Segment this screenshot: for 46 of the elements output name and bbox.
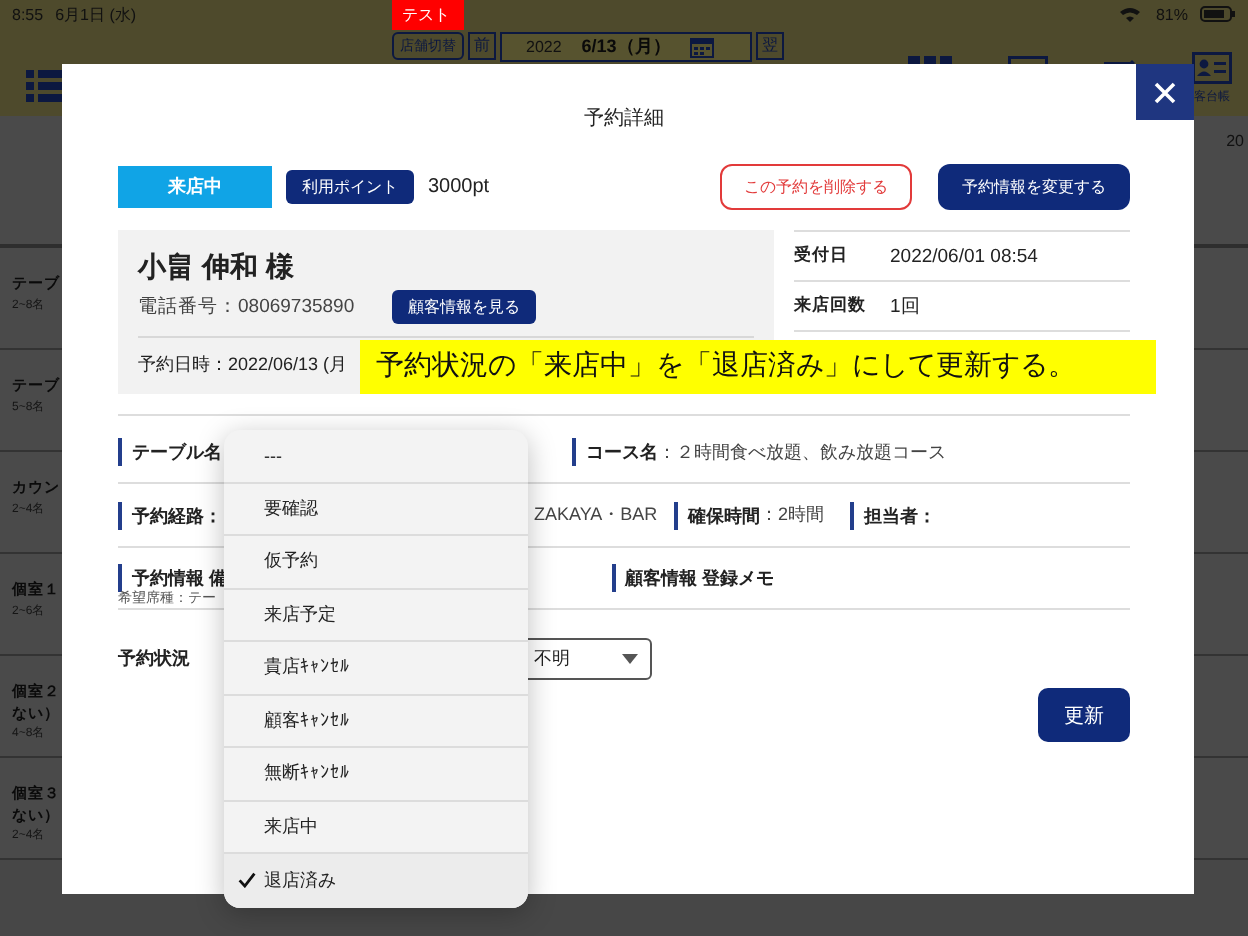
info-value: 1回 bbox=[890, 293, 921, 319]
update-button[interactable]: 更新 bbox=[1038, 688, 1130, 742]
annotation-banner: 予約状況の「来店中」を「退店済み」にして更新する。 bbox=[360, 340, 1156, 394]
dropdown-option[interactable]: --- bbox=[224, 430, 528, 483]
edit-reservation-button[interactable]: 予約情報を変更する bbox=[938, 164, 1130, 210]
field-label: コース名 bbox=[572, 438, 658, 466]
field-label: 予約状況 bbox=[118, 646, 190, 672]
info-value: 2022/06/01 08:54 bbox=[890, 245, 1038, 267]
points-value: 3000pt bbox=[428, 176, 490, 198]
info-label: 来店回数 bbox=[794, 294, 868, 318]
status-date: 6月1日 (水) bbox=[55, 3, 137, 25]
wifi-icon bbox=[1119, 6, 1140, 22]
close-icon bbox=[1154, 81, 1176, 103]
status-badge: 来店中 bbox=[118, 166, 272, 208]
dropdown-option[interactable]: 退店済み bbox=[224, 854, 528, 907]
dropdown-option[interactable]: 来店予定 bbox=[224, 589, 528, 642]
customer-name: 小畠 伸和 様 bbox=[138, 250, 296, 286]
modal-title: 予約詳細 bbox=[582, 105, 666, 132]
dropdown-option[interactable]: 貴店ｷｬﾝｾﾙ bbox=[224, 642, 528, 695]
field-label: 確保時間 bbox=[674, 501, 760, 529]
year-text: 2022 bbox=[526, 38, 562, 56]
caret-icon bbox=[622, 654, 638, 664]
close-button[interactable] bbox=[1136, 64, 1194, 120]
environment-badge: テスト bbox=[392, 0, 464, 30]
id-card-icon bbox=[1192, 52, 1232, 84]
status-time: 8:55 bbox=[12, 5, 44, 23]
view-customer-button[interactable]: 顧客情報を見る bbox=[392, 290, 537, 324]
date-text: 6/13（月） bbox=[581, 34, 671, 60]
battery-icon bbox=[1200, 6, 1236, 22]
field-value: ：２時間食べ放題、飲み放題コース bbox=[658, 439, 946, 465]
dropdown-option[interactable]: 顧客ｷｬﾝｾﾙ bbox=[224, 695, 528, 748]
check-icon bbox=[238, 872, 256, 889]
battery-level: 81% bbox=[1155, 5, 1188, 23]
date-header: 20 bbox=[1226, 131, 1244, 149]
phone-number: 電話番号：08069735890 bbox=[138, 294, 355, 320]
section-label: 顧客情報 登録メモ bbox=[611, 564, 775, 592]
field-value: ZAKAYA・BAR bbox=[534, 502, 660, 528]
field-value: ：2時間 bbox=[760, 502, 825, 528]
delete-reservation-button[interactable]: この予約を削除する bbox=[720, 164, 912, 210]
dropdown-option[interactable]: 要確認 bbox=[224, 483, 528, 536]
dropdown-option[interactable]: 無断ｷｬﾝｾﾙ bbox=[224, 748, 528, 801]
field-label: 担当者： bbox=[850, 501, 936, 529]
reservation-datetime: 予約日時：2022/06/13 (月 bbox=[138, 352, 350, 378]
points-button[interactable]: 利用ポイント bbox=[286, 170, 414, 204]
dropdown-option[interactable]: 仮予約 bbox=[224, 536, 528, 589]
info-label: 受付日 bbox=[794, 244, 850, 268]
